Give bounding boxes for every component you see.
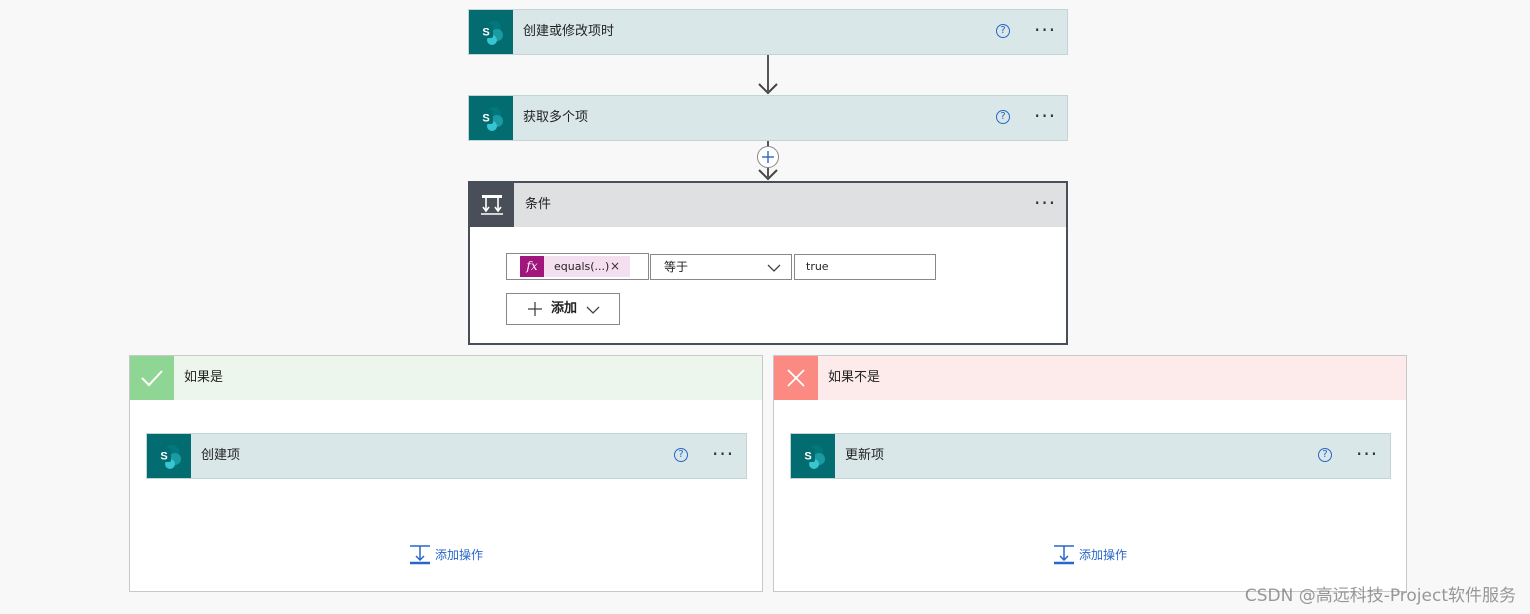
condition-icon bbox=[470, 183, 514, 227]
sharepoint-icon: S bbox=[469, 96, 513, 140]
condition-left-operand[interactable]: fx equals(...) × bbox=[506, 253, 649, 280]
sharepoint-icon: S bbox=[469, 10, 513, 54]
fx-icon: fx bbox=[520, 256, 544, 277]
step-title: 创建项 bbox=[201, 448, 241, 463]
add-action-icon bbox=[1054, 545, 1074, 565]
more-options-icon[interactable]: ··· bbox=[1034, 96, 1056, 136]
yes-branch-header: 如果是 bbox=[130, 356, 762, 400]
add-action-icon bbox=[410, 545, 430, 565]
step-title: 获取多个项 bbox=[523, 110, 589, 125]
right-operand-value: true bbox=[806, 260, 829, 273]
sharepoint-icon: S bbox=[147, 434, 191, 478]
svg-text:S: S bbox=[804, 451, 811, 463]
remove-token-icon[interactable]: × bbox=[610, 256, 620, 277]
yes-branch: 如果是 S 创建项 ? ··· 添加操作 bbox=[129, 355, 763, 592]
add-action-label: 添加操作 bbox=[1079, 548, 1128, 562]
more-options-icon[interactable]: ··· bbox=[712, 434, 734, 474]
check-icon bbox=[130, 356, 174, 400]
connector-arrow-icon bbox=[758, 83, 778, 95]
condition-title: 条件 bbox=[525, 197, 552, 212]
create-item-step-card[interactable]: S 创建项 ? ··· bbox=[146, 433, 747, 479]
svg-text:S: S bbox=[160, 451, 167, 463]
no-branch-title: 如果不是 bbox=[828, 370, 881, 385]
operator-dropdown[interactable]: 等于 bbox=[650, 254, 792, 280]
expression-token[interactable]: fx equals(...) × bbox=[520, 256, 630, 277]
condition-header[interactable]: 条件 ··· bbox=[470, 183, 1066, 227]
close-icon bbox=[774, 356, 818, 400]
insert-step-icon[interactable] bbox=[756, 145, 780, 169]
yes-branch-title: 如果是 bbox=[184, 370, 224, 385]
help-icon[interactable]: ? bbox=[996, 110, 1010, 124]
plus-icon bbox=[528, 302, 542, 316]
step-title: 创建或修改项时 bbox=[523, 24, 615, 39]
no-branch: 如果不是 S 更新项 ? ··· 添加操作 bbox=[773, 355, 1407, 592]
add-condition-label: 添加 bbox=[551, 301, 578, 316]
step-title: 更新项 bbox=[845, 448, 885, 463]
operator-value: 等于 bbox=[664, 260, 689, 274]
help-icon[interactable]: ? bbox=[674, 448, 688, 462]
condition-right-operand[interactable]: true bbox=[794, 254, 936, 280]
no-branch-header: 如果不是 bbox=[774, 356, 1406, 400]
svg-text:S: S bbox=[482, 113, 489, 125]
add-condition-button[interactable]: 添加 bbox=[506, 293, 620, 325]
condition-card[interactable]: 条件 ··· fx equals(...) × 等于 true 添加 bbox=[468, 181, 1068, 345]
chevron-down-icon bbox=[586, 306, 600, 314]
svg-text:S: S bbox=[482, 27, 489, 39]
trigger-step-card[interactable]: S 创建或修改项时 ? ··· bbox=[468, 9, 1068, 55]
watermark: CSDN @高远科技-Project软件服务 bbox=[1244, 586, 1516, 606]
expression-token-label: equals(...) bbox=[554, 260, 610, 273]
connector-arrow-icon bbox=[758, 169, 778, 181]
help-icon[interactable]: ? bbox=[996, 24, 1010, 38]
chevron-down-icon bbox=[767, 264, 781, 272]
add-action-label: 添加操作 bbox=[435, 548, 484, 562]
update-item-step-card[interactable]: S 更新项 ? ··· bbox=[790, 433, 1391, 479]
more-options-icon[interactable]: ··· bbox=[1034, 10, 1056, 50]
more-options-icon[interactable]: ··· bbox=[1034, 183, 1056, 223]
get-items-step-card[interactable]: S 获取多个项 ? ··· bbox=[468, 95, 1068, 141]
more-options-icon[interactable]: ··· bbox=[1356, 434, 1378, 474]
help-icon[interactable]: ? bbox=[1318, 448, 1332, 462]
sharepoint-icon: S bbox=[791, 434, 835, 478]
